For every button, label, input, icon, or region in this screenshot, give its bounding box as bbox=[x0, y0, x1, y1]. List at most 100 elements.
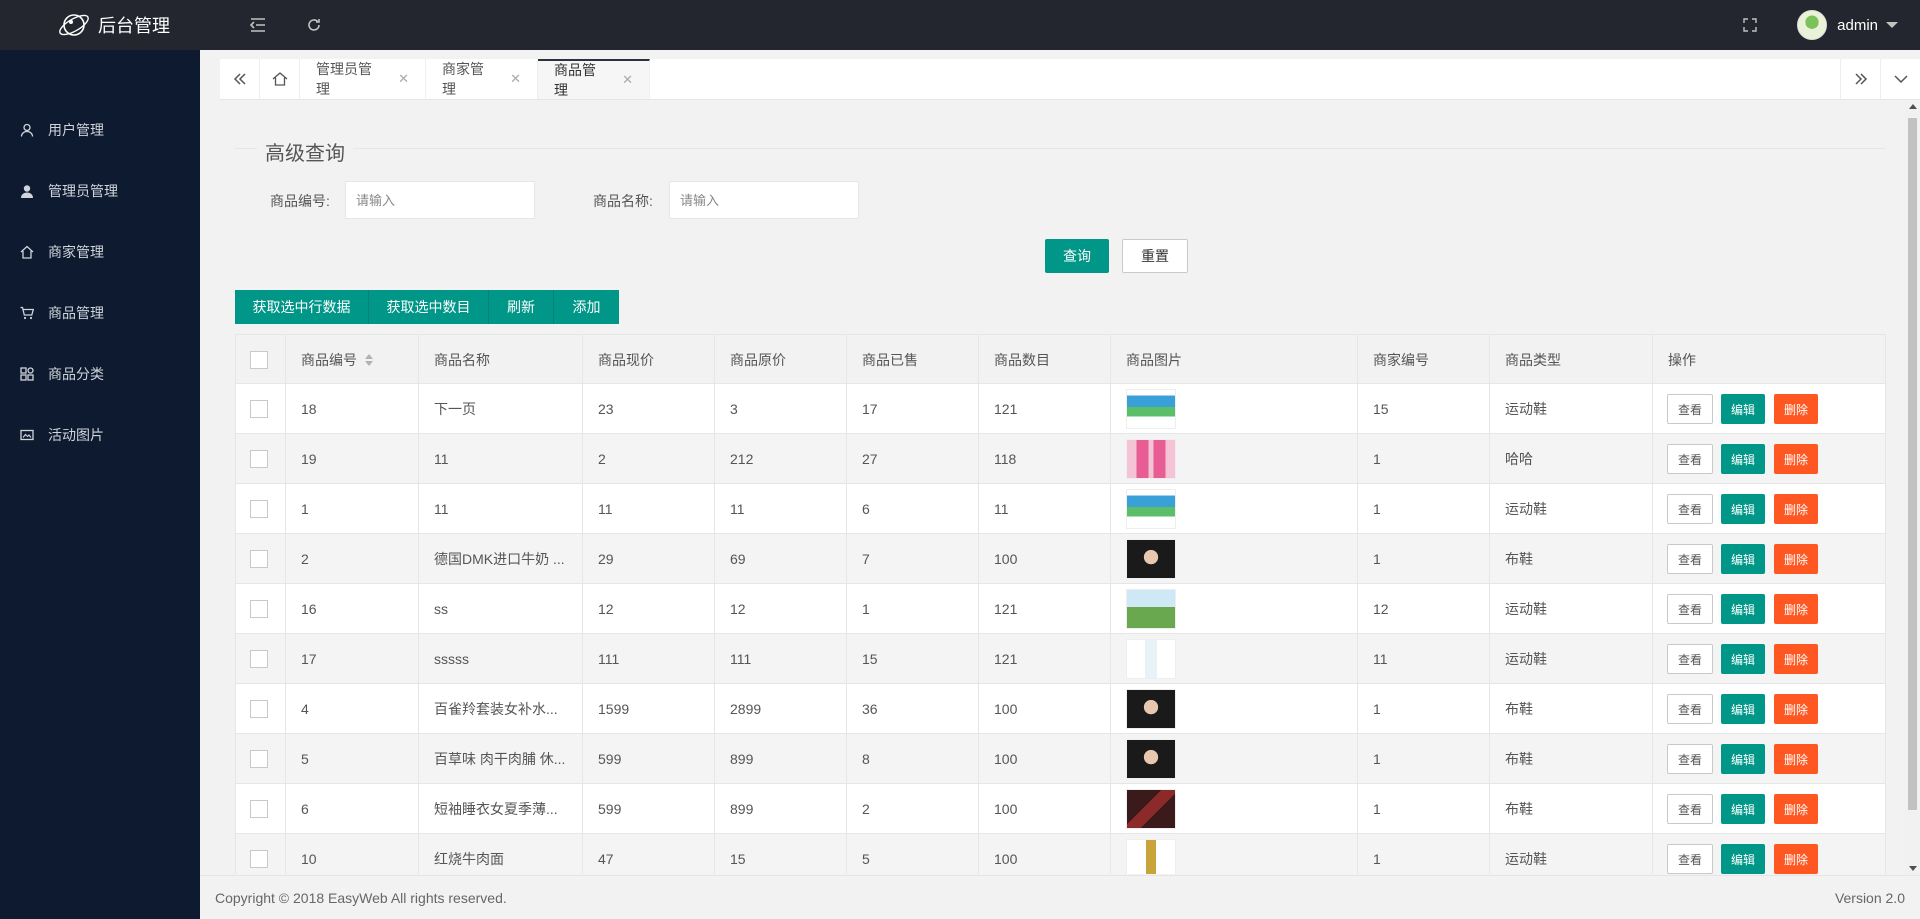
edit-button[interactable]: 编辑 bbox=[1721, 544, 1765, 574]
tabs-scroll-right-icon[interactable] bbox=[1840, 59, 1880, 99]
row-checkbox[interactable] bbox=[250, 650, 268, 668]
close-icon[interactable]: ✕ bbox=[510, 71, 521, 87]
header-id[interactable]: 商品编号 bbox=[286, 335, 419, 385]
sidebar-item-categories[interactable]: 商品分类 bbox=[0, 349, 200, 399]
add-button[interactable]: 添加 bbox=[554, 290, 619, 324]
edit-button[interactable]: 编辑 bbox=[1721, 794, 1765, 824]
edit-button[interactable]: 编辑 bbox=[1721, 494, 1765, 524]
view-button[interactable]: 查看 bbox=[1667, 394, 1713, 424]
row-checkbox[interactable] bbox=[250, 700, 268, 718]
get-selected-count-button[interactable]: 获取选中数目 bbox=[369, 290, 489, 324]
cell-name: 11 bbox=[419, 434, 583, 484]
row-checkbox[interactable] bbox=[250, 550, 268, 568]
view-button[interactable]: 查看 bbox=[1667, 644, 1713, 674]
table-row[interactable]: 10 红烧牛肉面 47 15 5 100 1 运动鞋 查看 编辑 删除 bbox=[235, 834, 1886, 874]
table-row[interactable]: 19 11 2 212 27 118 1 哈哈 查看 编辑 删除 bbox=[235, 434, 1886, 484]
close-icon[interactable]: ✕ bbox=[622, 72, 633, 88]
scroll-down-icon[interactable] bbox=[1909, 866, 1917, 871]
view-button[interactable]: 查看 bbox=[1667, 594, 1713, 624]
scroll-up-icon[interactable] bbox=[1909, 104, 1917, 109]
get-selected-rows-button[interactable]: 获取选中行数据 bbox=[235, 290, 369, 324]
product-name-input[interactable] bbox=[669, 181, 859, 219]
tabs-menu-chevron-icon[interactable] bbox=[1880, 59, 1920, 99]
tab-merchant-management[interactable]: 商家管理 ✕ bbox=[426, 59, 538, 99]
view-button[interactable]: 查看 bbox=[1667, 494, 1713, 524]
refresh-button[interactable]: 刷新 bbox=[489, 290, 554, 324]
row-checkbox[interactable] bbox=[250, 750, 268, 768]
delete-button[interactable]: 删除 bbox=[1774, 394, 1818, 424]
product-thumbnail[interactable] bbox=[1126, 839, 1176, 874]
row-checkbox[interactable] bbox=[250, 600, 268, 618]
tab-label: 管理员管理 bbox=[316, 61, 372, 97]
fullscreen-icon[interactable] bbox=[1730, 0, 1770, 50]
table-row[interactable]: 16 ss 12 12 1 121 12 运动鞋 查看 编辑 删除 bbox=[235, 584, 1886, 634]
close-icon[interactable]: ✕ bbox=[398, 71, 409, 87]
table-row[interactable]: 6 短袖睡衣女夏季薄... 599 899 2 100 1 布鞋 查看 编辑 删除 bbox=[235, 784, 1886, 834]
reset-button[interactable]: 重置 bbox=[1122, 239, 1188, 273]
delete-button[interactable]: 删除 bbox=[1774, 444, 1818, 474]
refresh-icon[interactable] bbox=[294, 0, 334, 50]
sidebar-item-products[interactable]: 商品管理 bbox=[0, 288, 200, 338]
product-thumbnail[interactable] bbox=[1126, 739, 1176, 779]
table-row[interactable]: 18 下一页 23 3 17 121 15 运动鞋 查看 编辑 删除 bbox=[235, 384, 1886, 434]
tab-product-management[interactable]: 商品管理 ✕ bbox=[538, 59, 650, 99]
sidebar-item-admins[interactable]: 管理员管理 bbox=[0, 166, 200, 216]
page-scrollbar[interactable] bbox=[1905, 100, 1920, 875]
product-thumbnail[interactable] bbox=[1126, 489, 1176, 529]
delete-button[interactable]: 删除 bbox=[1774, 794, 1818, 824]
view-button[interactable]: 查看 bbox=[1667, 794, 1713, 824]
edit-button[interactable]: 编辑 bbox=[1721, 694, 1765, 724]
app-logo[interactable]: 后台管理 bbox=[0, 0, 220, 50]
edit-button[interactable]: 编辑 bbox=[1721, 644, 1765, 674]
table-row[interactable]: 4 百雀羚套装女补水... 1599 2899 36 100 1 布鞋 查看 编辑 删除 bbox=[235, 684, 1886, 734]
select-all-checkbox[interactable] bbox=[250, 351, 268, 369]
product-thumbnail[interactable] bbox=[1126, 689, 1176, 729]
sort-icon[interactable] bbox=[365, 354, 373, 366]
sidebar-item-users[interactable]: 用户管理 bbox=[0, 105, 200, 155]
edit-button[interactable]: 编辑 bbox=[1721, 394, 1765, 424]
edit-button[interactable]: 编辑 bbox=[1721, 744, 1765, 774]
user-menu[interactable]: admin bbox=[1797, 0, 1898, 50]
view-button[interactable]: 查看 bbox=[1667, 544, 1713, 574]
row-checkbox[interactable] bbox=[250, 400, 268, 418]
product-thumbnail[interactable] bbox=[1126, 789, 1176, 829]
row-checkbox[interactable] bbox=[250, 850, 268, 868]
delete-button[interactable]: 删除 bbox=[1774, 594, 1818, 624]
tabs-scroll-left-icon[interactable] bbox=[220, 59, 260, 99]
product-code-input[interactable] bbox=[345, 181, 535, 219]
top-header: 后台管理 admin bbox=[0, 0, 1920, 50]
edit-button[interactable]: 编辑 bbox=[1721, 844, 1765, 874]
menu-toggle-icon[interactable] bbox=[238, 0, 278, 50]
delete-button[interactable]: 删除 bbox=[1774, 644, 1818, 674]
table-row[interactable]: 17 sssss 111 111 15 121 11 运动鞋 查看 编辑 删除 bbox=[235, 634, 1886, 684]
delete-button[interactable]: 删除 bbox=[1774, 544, 1818, 574]
edit-button[interactable]: 编辑 bbox=[1721, 594, 1765, 624]
product-thumbnail[interactable] bbox=[1126, 639, 1176, 679]
tab-admin-management[interactable]: 管理员管理 ✕ bbox=[300, 59, 426, 99]
row-checkbox[interactable] bbox=[250, 800, 268, 818]
delete-button[interactable]: 删除 bbox=[1774, 744, 1818, 774]
view-button[interactable]: 查看 bbox=[1667, 744, 1713, 774]
table-row[interactable]: 5 百草味 肉干肉脯 休... 599 899 8 100 1 布鞋 查看 编辑 删除 bbox=[235, 734, 1886, 784]
view-button[interactable]: 查看 bbox=[1667, 444, 1713, 474]
column-header: 商品数目 bbox=[994, 352, 1050, 368]
product-thumbnail[interactable] bbox=[1126, 589, 1176, 629]
table-row[interactable]: 1 11 11 11 6 11 1 运动鞋 查看 编辑 删除 bbox=[235, 484, 1886, 534]
home-tab-icon[interactable] bbox=[260, 59, 300, 99]
product-thumbnail[interactable] bbox=[1126, 539, 1176, 579]
view-button[interactable]: 查看 bbox=[1667, 844, 1713, 874]
query-button[interactable]: 查询 bbox=[1045, 239, 1109, 273]
scrollbar-thumb[interactable] bbox=[1908, 118, 1917, 810]
delete-button[interactable]: 删除 bbox=[1774, 844, 1818, 874]
delete-button[interactable]: 删除 bbox=[1774, 694, 1818, 724]
row-checkbox[interactable] bbox=[250, 450, 268, 468]
view-button[interactable]: 查看 bbox=[1667, 694, 1713, 724]
delete-button[interactable]: 删除 bbox=[1774, 494, 1818, 524]
sidebar-item-merchants[interactable]: 商家管理 bbox=[0, 227, 200, 277]
sidebar-item-activity-images[interactable]: 活动图片 bbox=[0, 410, 200, 460]
product-thumbnail[interactable] bbox=[1126, 439, 1176, 479]
row-checkbox[interactable] bbox=[250, 500, 268, 518]
edit-button[interactable]: 编辑 bbox=[1721, 444, 1765, 474]
product-thumbnail[interactable] bbox=[1126, 389, 1176, 429]
table-row[interactable]: 2 德国DMK进口牛奶 ... 29 69 7 100 1 布鞋 查看 编辑 删除 bbox=[235, 534, 1886, 584]
